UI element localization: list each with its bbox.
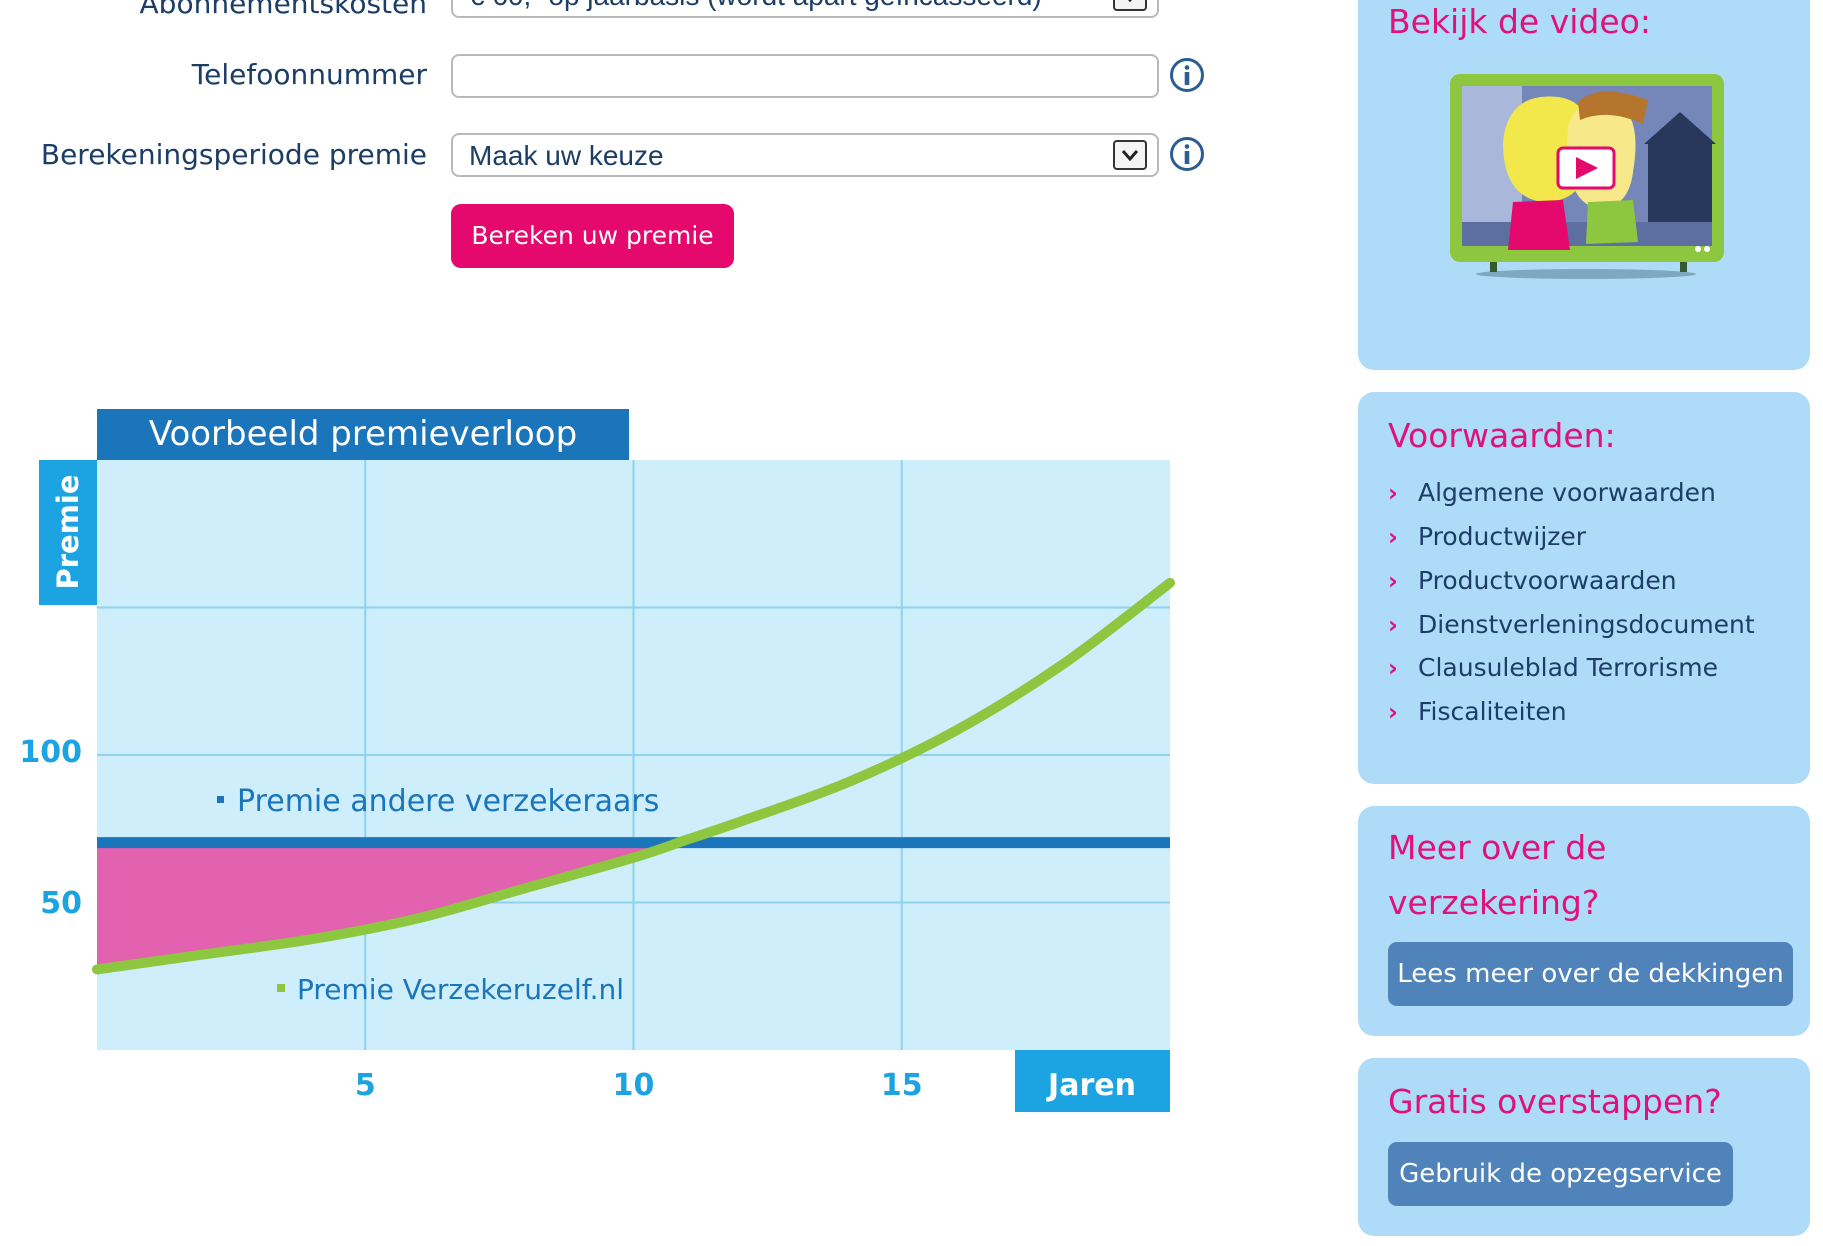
info-icon[interactable]: [1169, 136, 1205, 172]
phone-input[interactable]: [451, 54, 1159, 98]
more-info-card: Meer over de verzekering? Lees meer over…: [1358, 806, 1810, 1036]
chevron-right-icon: ›: [1388, 654, 1398, 682]
x-axis-label: Jaren: [1046, 1068, 1136, 1103]
chevron-down-icon[interactable]: [1113, 0, 1147, 11]
conditions-title: Voorwaarden:: [1388, 416, 1616, 455]
chart-title: Voorbeeld premieverloop: [149, 414, 577, 454]
y-axis-label: Premie: [51, 474, 85, 589]
more-info-title-line2: verzekering?: [1388, 883, 1600, 922]
premium-chart: Voorbeeld premieverloop Premie Jaren 5 10…: [19, 409, 1175, 1112]
more-info-title-line1: Meer over de: [1388, 828, 1607, 867]
switch-card: Gratis overstappen? Gebruik de opzegserv…: [1358, 1058, 1810, 1236]
chevron-right-icon: ›: [1388, 698, 1398, 726]
legend-marker-other-insurers: [217, 796, 224, 803]
chevron-right-icon: ›: [1388, 523, 1398, 551]
video-card: Bekijk de video:: [1358, 0, 1810, 370]
legend-label-verzekeruzelf: Premie Verzekeruzelf.nl: [297, 973, 624, 1006]
chevron-right-icon: ›: [1388, 611, 1398, 639]
period-select[interactable]: Maak uw keuze: [451, 133, 1159, 177]
condition-link-productwijzer[interactable]: › Productwijzer: [1388, 522, 1586, 551]
video-title: Bekijk de video:: [1388, 2, 1651, 41]
phone-label: Telefoonnummer: [191, 58, 427, 91]
legend-label-other-insurers: Premie andere verzekeraars: [237, 784, 659, 819]
legend-marker-verzekeruzelf: [277, 984, 285, 992]
y-tick-label: 50: [40, 886, 82, 921]
condition-link-dienstverleningsdocument[interactable]: › Dienstverleningsdocument: [1388, 610, 1755, 639]
subscription-label: Abonnementskosten: [139, 0, 427, 20]
x-tick-label: 5: [355, 1068, 376, 1103]
info-icon[interactable]: [1169, 57, 1205, 93]
y-tick-label: 100: [19, 735, 82, 770]
conditions-card: Voorwaarden: › Algemene voorwaarden › Prod…: [1358, 392, 1810, 784]
calculate-premium-button[interactable]: Bereken uw premie: [451, 204, 734, 268]
period-select-value: Maak uw keuze: [469, 140, 664, 171]
x-tick-label: 10: [613, 1068, 655, 1103]
condition-link-productvoorwaarden[interactable]: › Productvoorwaarden: [1388, 566, 1677, 595]
chevron-right-icon: ›: [1388, 567, 1398, 595]
condition-link-fiscaliteiten[interactable]: › Fiscaliteiten: [1388, 697, 1567, 726]
subscription-select[interactable]: € 60,- op jaarbasis (wordt apart geïncas…: [451, 0, 1159, 18]
x-tick-label: 15: [881, 1068, 923, 1103]
period-label: Berekeningsperiode premie: [40, 138, 427, 171]
read-more-coverage-button[interactable]: Lees meer over de dekkingen: [1388, 942, 1793, 1006]
cancellation-service-button[interactable]: Gebruik de opzegservice: [1388, 1142, 1733, 1206]
condition-link-clausuleblad-terrorisme[interactable]: › Clausuleblad Terrorisme: [1388, 653, 1718, 682]
chevron-down-icon[interactable]: [1113, 140, 1147, 170]
switch-title: Gratis overstappen?: [1388, 1082, 1722, 1121]
condition-link-algemene-voorwaarden[interactable]: › Algemene voorwaarden: [1388, 478, 1716, 507]
subscription-select-value: € 60,- op jaarbasis (wordt apart geïncas…: [469, 0, 1042, 17]
chevron-right-icon: ›: [1388, 479, 1398, 507]
video-thumbnail[interactable]: [1448, 72, 1728, 282]
